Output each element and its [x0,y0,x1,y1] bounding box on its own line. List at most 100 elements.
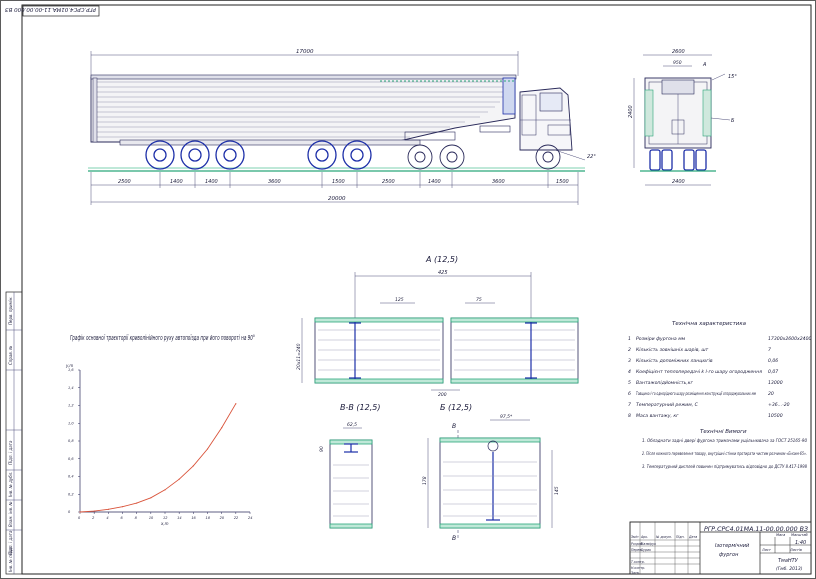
corner-stamp-text: РГР.СРС4.01МА.11-00.00.000 ВЗ [5,6,96,12]
spec-row-label: Кількість допоміжних ланцюгів [636,358,713,364]
spec-row-number: 6 [628,391,631,397]
role: Т.контр. [631,560,645,564]
y-axis-label: y,m [65,363,73,368]
spec-row-label: Маса вантажу, кг [636,413,679,419]
dim-seg: 3600 [268,179,281,185]
role: Змін [631,535,638,539]
x-tick-label: 18 [206,516,211,520]
scale-value: 1:40 [795,540,806,546]
dim-145: 145 [554,486,560,495]
section-a-title: А (12,5) [425,255,458,264]
dim-total: 20000 [328,196,346,202]
dim-seg: 1500 [332,179,345,185]
note-1: 1. Обладнати задні двері фургона тримача… [642,438,807,444]
org-1: ТмаНТУ [778,558,799,564]
dim-overall: 17000 [296,49,314,55]
trajectory-point [150,497,152,499]
spec-row-value: 0,06 [768,358,778,364]
x-tick-label: 10 [149,516,154,520]
role: Підп. [676,535,685,539]
dim-seg: 3600 [492,179,505,185]
y-tick-label: 1,4 [68,386,74,390]
sheets-label: Листів [789,548,802,552]
x-tick-label: 12 [163,516,168,520]
trajectory-point [107,508,109,510]
trajectory-point [206,448,209,450]
org-2: (Гмб. 2013) [776,566,803,572]
spec-row-number: 8 [628,413,631,419]
spec-row-value: 0,07 [768,369,778,375]
trajectory-point [178,478,180,480]
spec-row-label: Розміри фургона мм [636,336,686,342]
dim-200: 200 [438,392,447,398]
notes-title: Технічні Вимоги [700,429,747,435]
title-name-2: фургон [719,552,739,558]
spec-row-number: 3 [628,358,631,364]
mass-label: Маса [776,533,785,537]
dim-seg: 1400 [428,179,441,185]
y-tick-label: 0,4 [68,475,74,479]
label-v-bottom: В [452,535,456,542]
spec-row-label: Вантажопідйомність,кг [636,380,694,386]
dim-seg: 1400 [205,179,218,185]
dim-seg: 1400 [170,179,183,185]
strip-label: Підп. і дата [8,440,13,465]
spec-row-value: +36...-20 [768,402,790,408]
x-tick-label: 20 [220,516,225,520]
spec-row-label: Температурний режим, С [636,402,699,408]
rear-inner: 950 [673,60,682,66]
trajectory-point [164,489,166,491]
x-tick-label: 24 [248,516,252,520]
trajectory-point [121,506,124,508]
dim-seg: 1500 [556,179,569,185]
role: Затв. [631,571,640,575]
x-tick-label: 14 [177,516,181,520]
note-3: 3. Температурний дисплей повинен підтрим… [642,464,807,470]
y-tick-label: 0,6 [68,457,74,461]
spec-row-number: 1 [628,336,631,342]
dim-75: 75 [476,297,482,303]
title-block: РГР.СРС4.01МА.11-00.00.000 ВЗ Ізотермічн… [629,521,812,575]
role: Арк. [640,535,648,539]
strip-label: Перв. примін. [8,296,13,325]
y-tick-label: 1,0 [68,421,74,425]
y-tick-label: 1,2 [68,404,74,408]
rear-height: 2400 [628,105,634,118]
spec-row-value: 20 [768,391,774,397]
strip-label: Взам. інв. № [8,501,13,527]
chart-title-line1: Графік основної траєкторії криволінійног… [70,334,255,342]
spec-row-label: Товщина l-го однорідного шару розміщення… [636,391,756,397]
trajectory-point [192,465,194,467]
title-name-1: Ізотермічний [715,543,750,549]
trajectory-point [136,502,138,504]
trajectory-point [235,403,237,405]
spec-row-value: 17300х2600х2400 [768,336,812,342]
section-bb-title: В-В (12,5) [340,403,380,412]
role: Н.контр. [631,566,645,570]
spec-row-value: 7 [768,347,771,353]
role: № докум. [655,535,672,539]
sheet-label: Лист [761,548,772,552]
x-tick-label: 22 [234,516,239,520]
dim-425: 425 [438,270,448,276]
trajectory-point [221,427,223,429]
spec-row-number: 7 [628,402,631,408]
spec-row-number: 2 [628,347,631,353]
spec-row-label: Коефіцієнт теплопередачі k l-го шару ого… [636,369,762,375]
y-tick-label: 1,6 [68,368,74,372]
drawing-sheet: РГР.СРС4.01МА.11-00.00.000 ВЗ Перв. прим… [0,0,816,579]
role: Дата [688,535,697,539]
rear-width-top: 2600 [672,49,685,55]
dim-125: 125 [395,297,404,303]
x-tick-label: 16 [191,516,196,520]
rear-label-a: А [702,62,707,68]
rear-label-b: Б [731,118,735,124]
title-code: РГР.СРС4.01МА.11-00.00.000 ВЗ [704,525,808,533]
trajectory-point [93,510,95,512]
dim-seg: 2500 [382,179,395,185]
author: Казмірук [641,542,656,546]
dim-seg: 2500 [118,179,131,185]
spec-row-number: 5 [628,380,631,386]
tech-title: Технічна характеристика [672,321,747,327]
label-v-top: В [452,423,456,430]
